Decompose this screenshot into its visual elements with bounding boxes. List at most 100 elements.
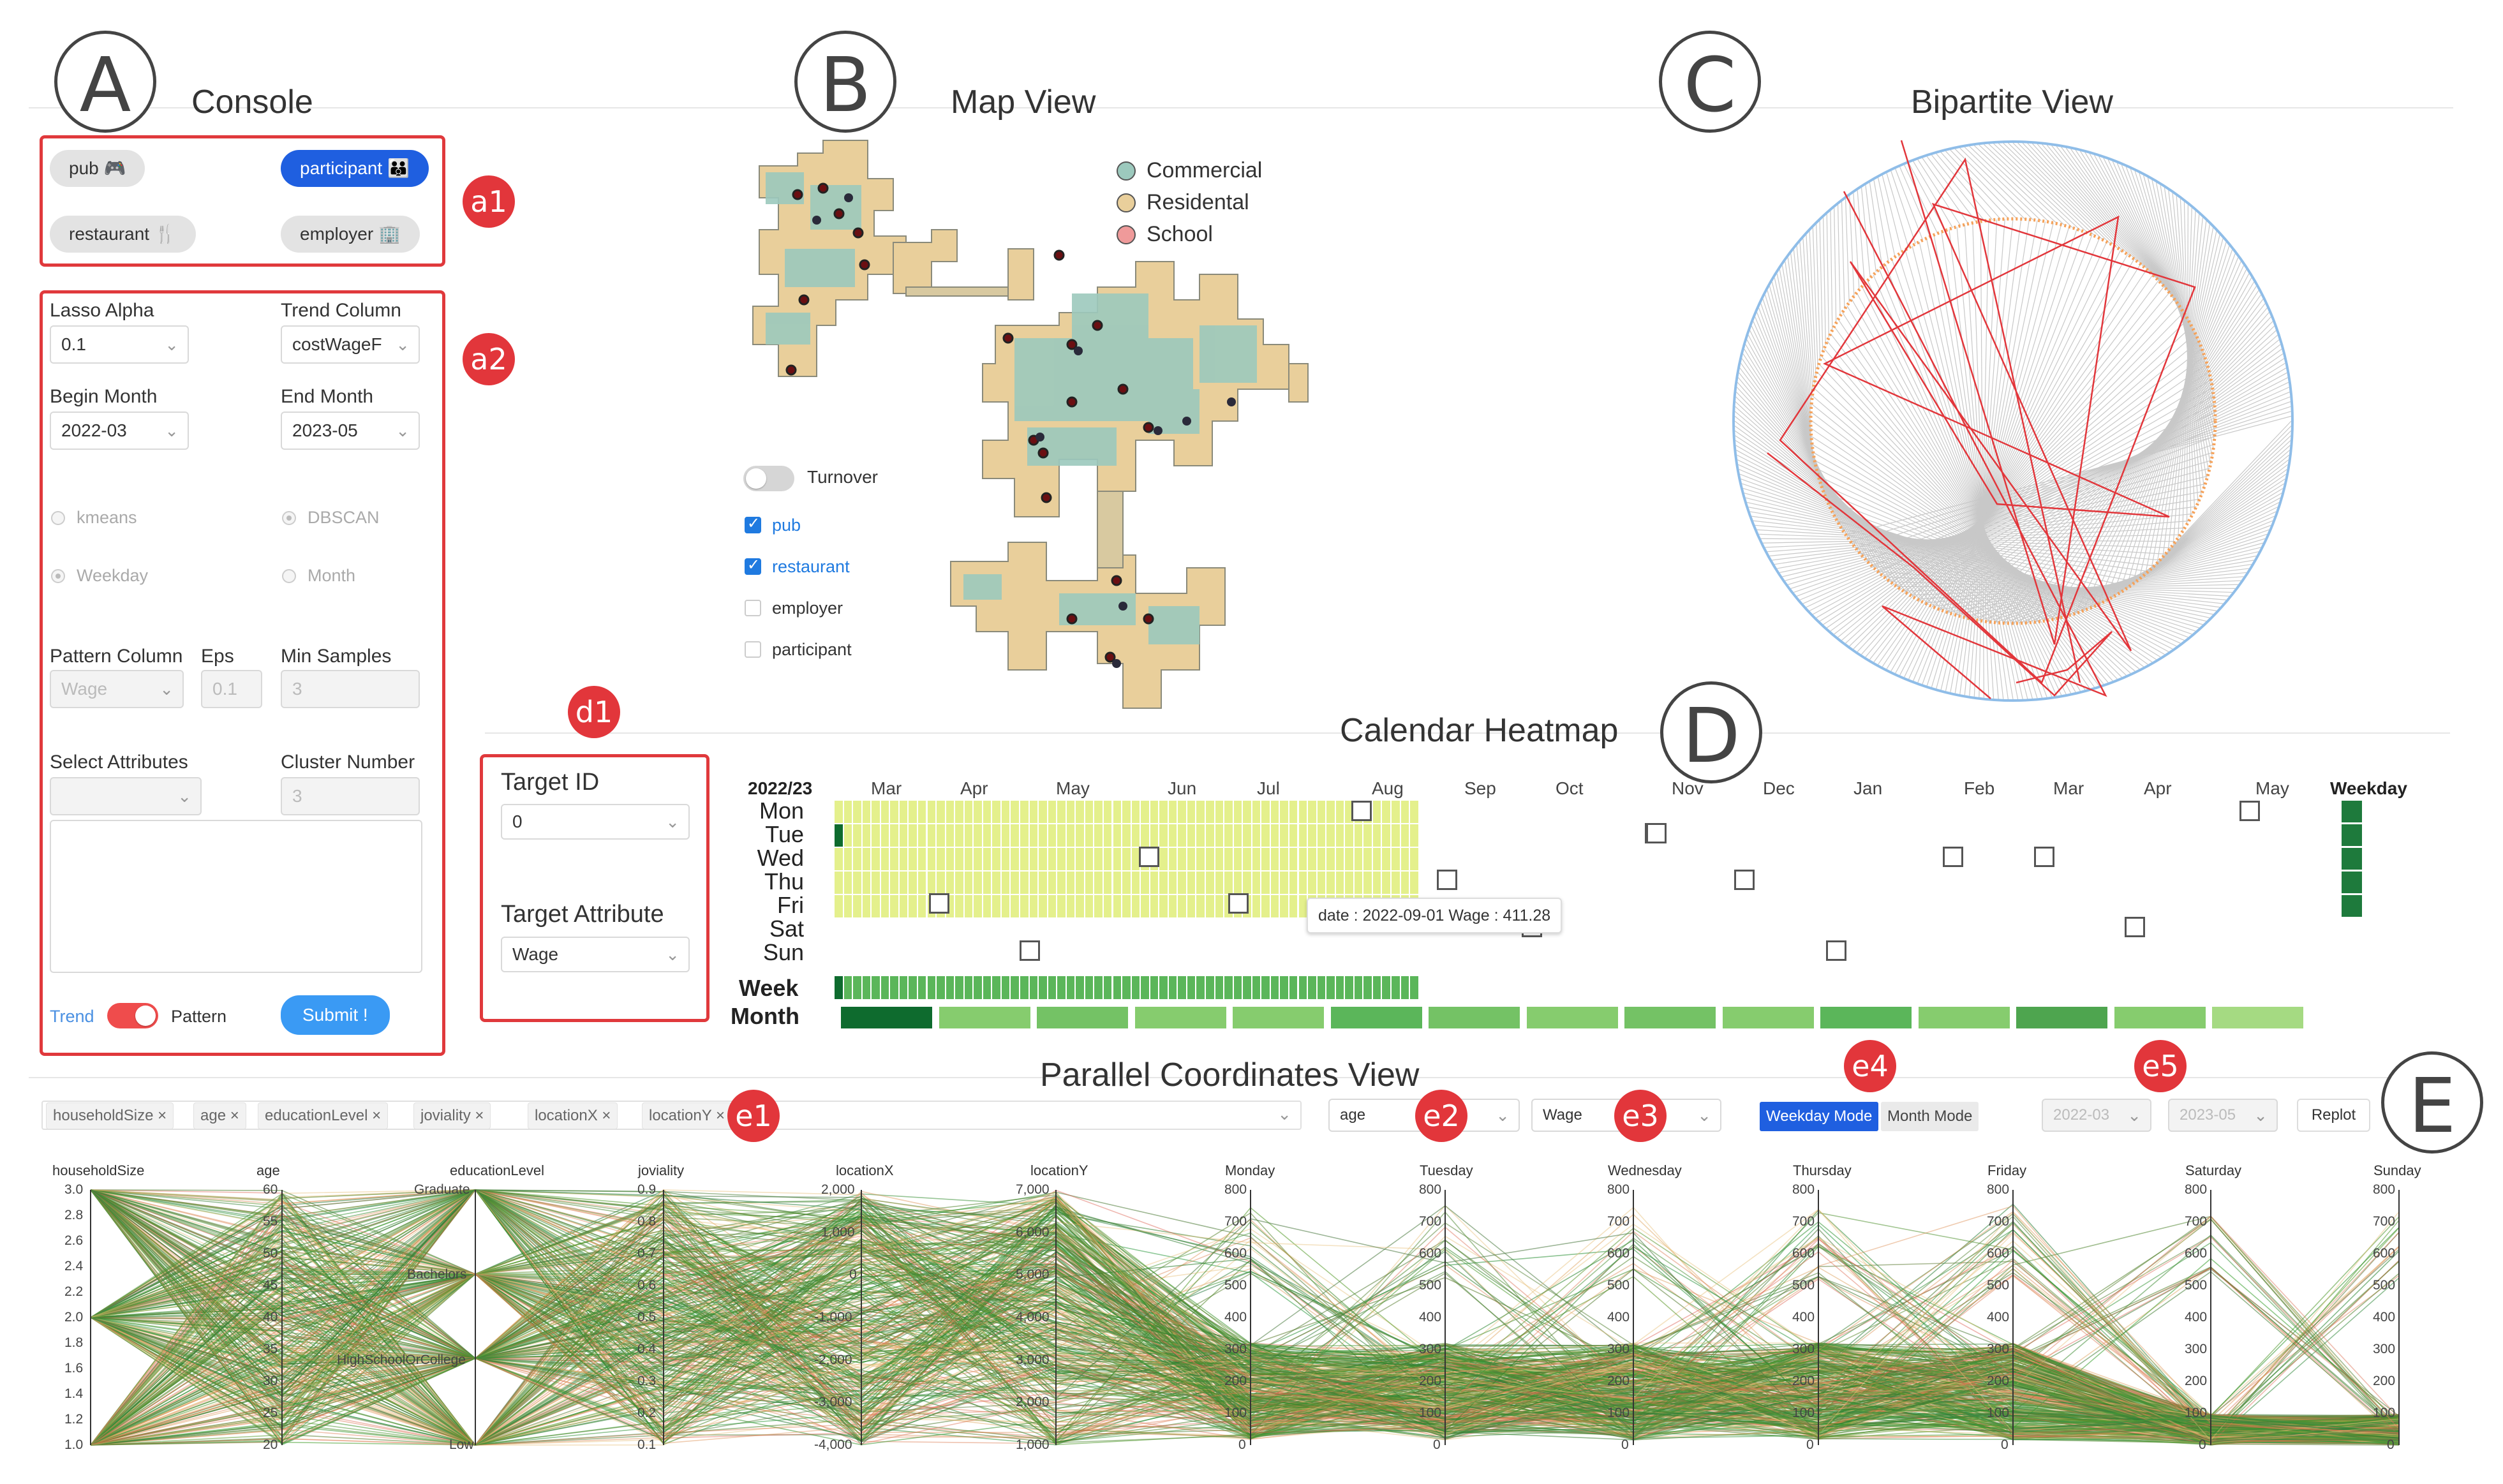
restaurant-button[interactable]: restaurant 🍴 [50, 216, 196, 253]
month-mode-button[interactable]: Month Mode [1881, 1102, 1979, 1131]
heatmap-cell[interactable] [1103, 872, 1112, 894]
heatmap-cell[interactable] [1270, 801, 1279, 823]
pub-checkbox[interactable] [745, 514, 761, 533]
heatmap-cell[interactable] [1048, 824, 1057, 847]
heatmap-cell[interactable] [964, 895, 973, 917]
heatmap-cell[interactable] [1020, 895, 1029, 917]
heatmap-cell[interactable] [974, 895, 982, 917]
heatmap-cell[interactable] [1270, 872, 1279, 894]
heatmap-cell[interactable] [1317, 801, 1326, 823]
heatmap-cell[interactable] [1224, 824, 1233, 847]
heatmap-cell[interactable] [1085, 801, 1094, 823]
heatmap-cell[interactable] [1187, 895, 1196, 917]
weekday-radio[interactable] [51, 569, 65, 583]
heatmap-cell[interactable] [1094, 895, 1103, 917]
heatmap-cell[interactable] [1150, 895, 1159, 917]
heatmap-cell[interactable] [1196, 848, 1205, 870]
heatmap-cell[interactable] [899, 872, 908, 894]
heatmap-cell[interactable] [1196, 824, 1205, 847]
heatmap-cell[interactable] [1308, 848, 1316, 870]
heatmap-cell[interactable] [853, 824, 861, 847]
dbscan-radio[interactable] [282, 511, 296, 525]
heatmap-week-cell[interactable] [955, 976, 963, 999]
heatmap-cell[interactable] [1252, 872, 1261, 894]
heatmap-cell[interactable] [1039, 895, 1047, 917]
heatmap-cell[interactable] [899, 824, 908, 847]
heatmap-cell[interactable] [880, 848, 889, 870]
heatmap-cell[interactable] [1196, 872, 1205, 894]
heatmap-cell[interactable] [1261, 895, 1270, 917]
heatmap-cell[interactable] [1011, 872, 1019, 894]
heatmap-cell[interactable] [1076, 895, 1084, 917]
heatmap-cell[interactable] [917, 824, 926, 847]
heatmap-cell[interactable] [1224, 872, 1233, 894]
heatmap-cell[interactable] [835, 895, 843, 917]
pub-button[interactable]: pub 🎮 [50, 150, 145, 187]
heatmap-week-cell[interactable] [1057, 976, 1066, 999]
heatmap-cell[interactable] [964, 824, 973, 847]
heatmap-cell[interactable] [1261, 872, 1270, 894]
heatmap-cell[interactable] [1131, 824, 1140, 847]
heatmap-cell[interactable] [1326, 824, 1335, 847]
heatmap-cell[interactable] [843, 895, 852, 917]
heatmap-cell[interactable] [1243, 824, 1251, 847]
heatmap-week-cell[interactable] [1372, 976, 1381, 999]
heatmap-cell[interactable] [917, 895, 926, 917]
employer-button[interactable]: employer 🏢 [281, 216, 420, 253]
attribute-tag-householdSize[interactable]: householdSize × [46, 1102, 174, 1129]
heatmap-cell[interactable] [1345, 872, 1353, 894]
heatmap-cell[interactable] [1335, 872, 1344, 894]
heatmap-week-cell[interactable] [1150, 976, 1159, 999]
heatmap-cell[interactable] [1326, 848, 1335, 870]
heatmap-cell[interactable] [1141, 824, 1149, 847]
heatmap-week-cell[interactable] [1011, 976, 1019, 999]
heatmap-cell[interactable] [1094, 848, 1103, 870]
heatmap-cell[interactable] [1252, 801, 1261, 823]
heatmap-week-cell[interactable] [1243, 976, 1251, 999]
heatmap-cell[interactable] [1131, 801, 1140, 823]
heatmap-cell[interactable] [983, 872, 992, 894]
heatmap-cell[interactable] [1029, 872, 1038, 894]
heatmap-cell[interactable] [1168, 824, 1177, 847]
heatmap-cell[interactable] [1280, 848, 1288, 870]
heatmap-cell[interactable] [1270, 895, 1279, 917]
heatmap-cell[interactable] [1382, 848, 1390, 870]
participant-button[interactable]: participant 👪 [281, 150, 429, 187]
heatmap-cell[interactable] [992, 872, 1000, 894]
heatmap-cell[interactable] [1020, 848, 1029, 870]
heatmap-cell[interactable] [1066, 801, 1075, 823]
heatmap-weekday-cell[interactable] [2342, 895, 2362, 917]
heatmap-cell[interactable] [1066, 895, 1075, 917]
submit-button[interactable]: Submit ! [281, 995, 390, 1035]
begin-month-select[interactable]: 2022-03 ⌄ [50, 412, 189, 450]
heatmap-cell[interactable] [1335, 824, 1344, 847]
heatmap-cell[interactable] [1039, 824, 1047, 847]
participant-checkbox[interactable] [745, 641, 761, 658]
heatmap-cell[interactable] [1270, 824, 1279, 847]
heatmap-cell[interactable] [1280, 895, 1288, 917]
heatmap-cell[interactable] [927, 801, 936, 823]
heatmap-cell[interactable] [872, 895, 880, 917]
heatmap-cell[interactable] [880, 801, 889, 823]
heatmap-cell[interactable] [1011, 801, 1019, 823]
eps-input[interactable]: 0.1 [201, 670, 262, 708]
heatmap-cell[interactable] [843, 824, 852, 847]
heatmap-cell[interactable] [1122, 872, 1131, 894]
heatmap-week-cell[interactable] [1392, 976, 1400, 999]
heatmap-week-cell[interactable] [853, 976, 861, 999]
heatmap-cell[interactable] [1159, 872, 1168, 894]
heatmap-cell[interactable] [1150, 801, 1159, 823]
heatmap-cell[interactable] [1215, 848, 1224, 870]
heatmap-cell[interactable] [1261, 801, 1270, 823]
heatmap-cell[interactable] [1048, 848, 1057, 870]
heatmap-highlight-cell[interactable] [1139, 847, 1159, 867]
heatmap-cell[interactable] [964, 848, 973, 870]
heatmap-cell[interactable] [983, 895, 992, 917]
heatmap-cell[interactable] [917, 801, 926, 823]
heatmap-cell[interactable] [1289, 872, 1298, 894]
bipartite-graph[interactable] [1723, 121, 2310, 708]
heatmap-cell[interactable] [946, 872, 954, 894]
heatmap-week-cell[interactable] [1187, 976, 1196, 999]
heatmap-cell[interactable] [1178, 824, 1186, 847]
heatmap-cell[interactable] [835, 801, 843, 823]
